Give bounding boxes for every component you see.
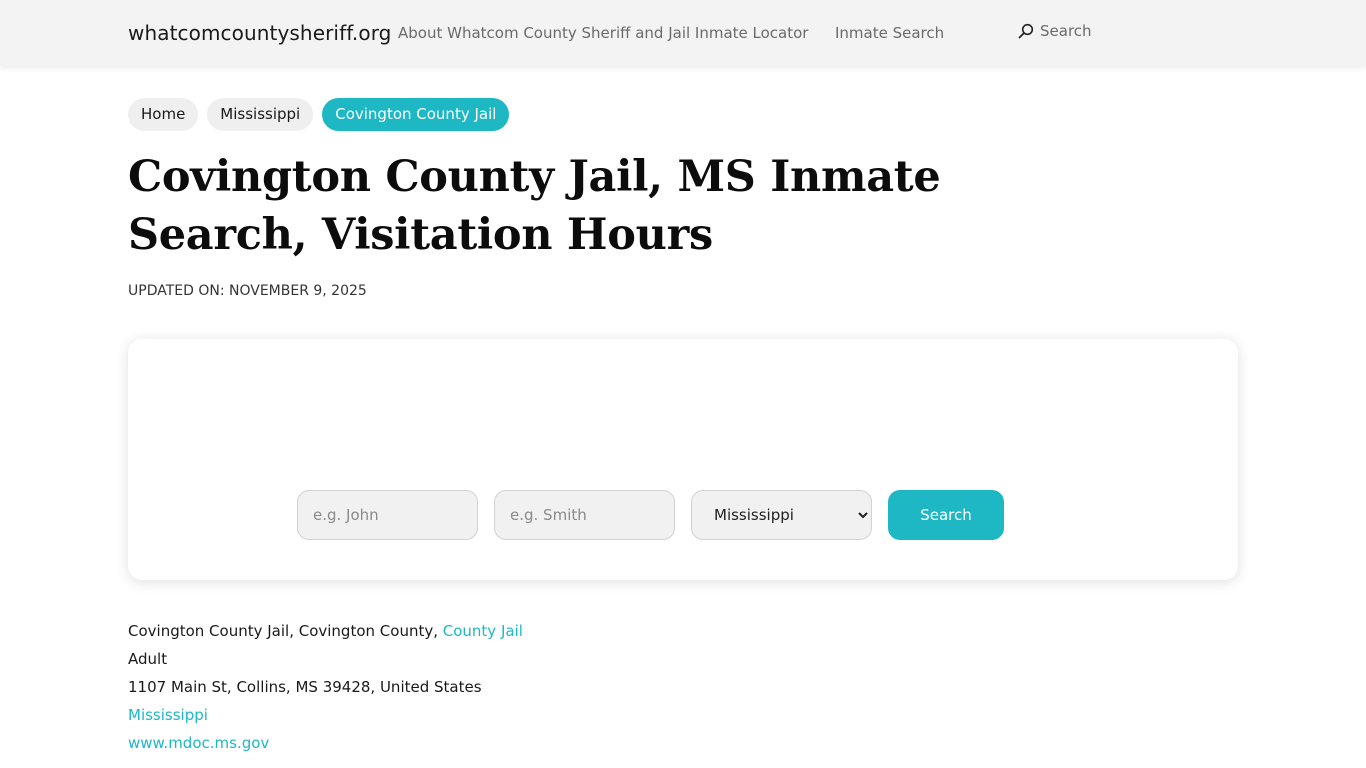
site-logo-link[interactable]: whatcomcountysheriff.org — [128, 21, 391, 45]
facility-info: Covington County Jail, Covington County,… — [128, 617, 523, 757]
facility-website-link[interactable]: www.mdoc.ms.gov — [128, 734, 269, 752]
facility-address: 1107 Main St, Collins, MS 39428, United … — [128, 678, 482, 696]
breadcrumb: Home Mississippi Covington County Jail — [128, 98, 510, 131]
facility-type-link[interactable]: County Jail — [443, 622, 523, 640]
inmate-search-form: Mississippi Search — [128, 339, 1238, 580]
nav-link-inmate-search[interactable]: Inmate Search — [835, 24, 944, 42]
search-button[interactable]: Search — [888, 490, 1004, 540]
facility-category: Adult — [128, 650, 168, 668]
first-name-input[interactable] — [297, 490, 478, 540]
breadcrumb-mississippi[interactable]: Mississippi — [207, 98, 314, 131]
header-search-label: Search — [1040, 22, 1092, 40]
facility-name: Covington County Jail, Covington County, — [128, 622, 443, 640]
state-select[interactable]: Mississippi — [691, 490, 872, 540]
site-header: whatcomcountysheriff.org About Whatcom C… — [0, 0, 1366, 66]
last-name-input[interactable] — [494, 490, 675, 540]
facility-state-link[interactable]: Mississippi — [128, 706, 208, 724]
breadcrumb-current[interactable]: Covington County Jail — [322, 98, 510, 131]
breadcrumb-home[interactable]: Home — [128, 98, 199, 131]
nav-link-about[interactable]: About Whatcom County Sheriff and Jail In… — [398, 24, 808, 42]
updated-date: UPDATED ON: NOVEMBER 9, 2025 — [128, 283, 367, 299]
page-title: Covington County Jail, MS Inmate Search,… — [128, 152, 941, 260]
header-search-button[interactable]: Search — [1018, 22, 1092, 40]
search-icon — [1018, 23, 1034, 39]
facility-name-line: Covington County Jail, Covington County,… — [128, 617, 523, 645]
